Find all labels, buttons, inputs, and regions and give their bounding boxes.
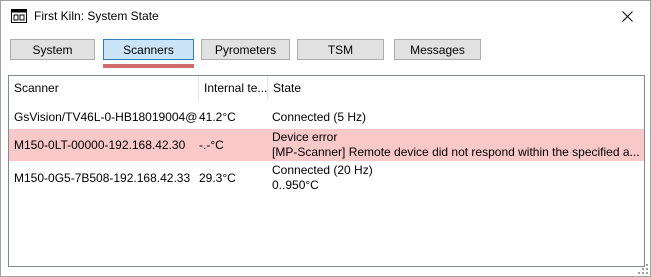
column-header-state[interactable]: State <box>268 76 644 100</box>
close-icon <box>621 10 633 22</box>
table-row[interactable]: M150-0G5-7B508-192.168.42.33 29.3°C Conn… <box>9 162 644 194</box>
tab-label: System <box>32 42 73 57</box>
tab-pyrometers[interactable]: Pyrometers <box>201 39 290 60</box>
state-cell: Connected (5 Hz) <box>272 109 367 124</box>
tab-messages[interactable]: Messages <box>394 39 481 60</box>
temperature-cell: 41.2°C <box>199 109 236 124</box>
scanner-cell: M150-0G5-7B508-192.168.42.33 <box>14 171 191 185</box>
state-cell: Device error [MP-Scanner] Remote device … <box>267 129 644 161</box>
active-tab-indicator <box>103 64 194 68</box>
state-cell: Connected (20 Hz) 0..950°C <box>267 162 644 194</box>
tab-label: TSM <box>327 42 354 57</box>
resize-grip-icon[interactable] <box>638 264 648 274</box>
system-state-window: First Kiln: System State System Scanners… <box>0 0 651 277</box>
tab-label: Messages <box>410 42 465 57</box>
column-header-internal-temp[interactable]: Internal te... <box>199 76 267 100</box>
tab-tsm[interactable]: TSM <box>297 39 384 60</box>
scanner-cell: GsVision/TV46L-0-HB18019004@... <box>14 109 198 124</box>
scanner-table: Scanner Internal te... State GsVision/TV… <box>8 75 645 267</box>
tab-label: Scanners <box>123 42 174 57</box>
state-line: Device error <box>272 130 338 144</box>
state-detail: 0..950°C <box>272 178 319 192</box>
tab-label: Pyrometers <box>214 42 277 57</box>
temperature-cell: 29.3°C <box>199 171 236 185</box>
table-row-error[interactable]: M150-0LT-00000-192.168.42.30 -.-°C Devic… <box>9 129 644 161</box>
window-title: First Kiln: System State <box>34 9 159 23</box>
state-detail: [MP-Scanner] Remote device did not respo… <box>272 145 640 159</box>
tab-scanners[interactable]: Scanners <box>103 39 194 60</box>
temperature-cell: -.-°C <box>199 138 224 152</box>
scanner-cell: M150-0LT-00000-192.168.42.30 <box>14 138 186 152</box>
tab-strip: System Scanners Pyrometers TSM Messages <box>1 39 650 69</box>
tab-system[interactable]: System <box>10 39 95 60</box>
close-button[interactable] <box>604 1 650 31</box>
table-header: Scanner Internal te... State <box>9 76 644 100</box>
column-header-scanner[interactable]: Scanner <box>9 76 198 100</box>
state-line: Connected (20 Hz) <box>272 163 373 177</box>
title-bar: First Kiln: System State <box>1 1 650 31</box>
table-row[interactable]: GsVision/TV46L-0-HB18019004@... 41.2°C C… <box>9 105 644 128</box>
app-window-icon <box>11 9 27 23</box>
